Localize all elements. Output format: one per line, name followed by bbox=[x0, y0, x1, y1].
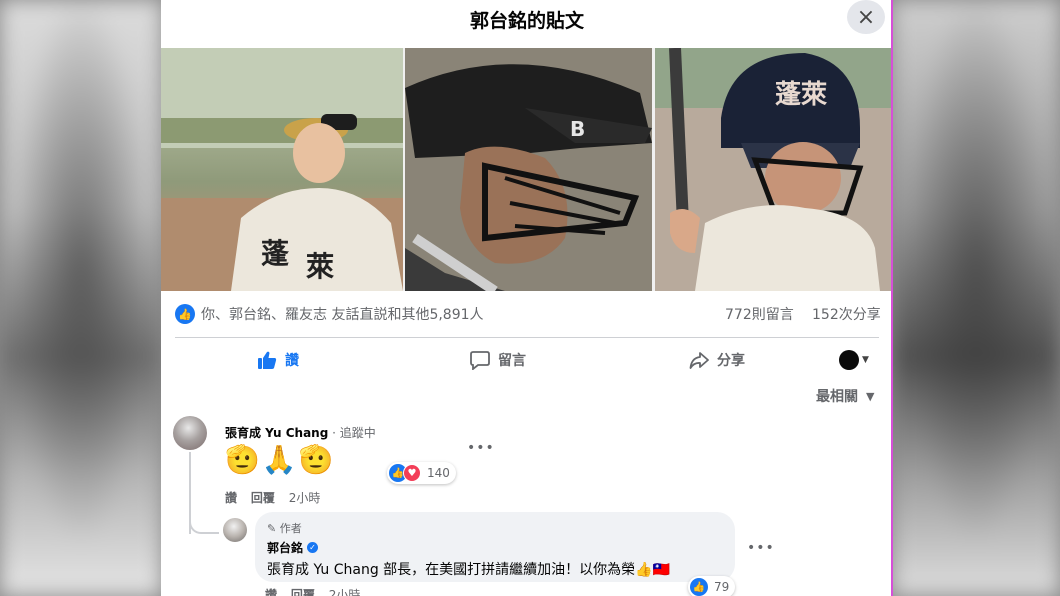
reply-reaction-count: 79 bbox=[714, 580, 730, 594]
post-modal: 郭台銘的貼文 × 蓬 萊 B 蓬萊 👍 你、郭台銘、羅友志 友話直説和其他5,8… bbox=[161, 0, 893, 596]
comments-count[interactable]: 772則留言 bbox=[725, 304, 794, 324]
modal-header: 郭台銘的貼文 × bbox=[161, 0, 891, 48]
close-icon: × bbox=[856, 4, 876, 30]
comment-button-label: 留言 bbox=[498, 353, 526, 369]
reactors-text[interactable]: 你、郭台銘、羅友志 友話直説和其他5,891人 bbox=[201, 304, 484, 324]
background-right-blur bbox=[892, 0, 1060, 596]
post-photo-2[interactable]: B bbox=[405, 48, 652, 291]
comment-icon bbox=[470, 351, 490, 370]
like-reaction-icon: 👍 bbox=[175, 304, 195, 324]
commenter-avatar[interactable] bbox=[173, 416, 207, 450]
comment-button[interactable]: 留言 bbox=[470, 346, 526, 374]
photo-collage: 蓬 萊 B 蓬萊 bbox=[161, 48, 891, 291]
verified-badge-icon: ✓ bbox=[307, 542, 319, 553]
post-as-selector[interactable]: ▼ bbox=[839, 350, 869, 370]
svg-text:蓬: 蓬 bbox=[261, 237, 290, 270]
reply-text: 張育成 Yu Chang 部長，在美國打拼請繼續加油！以你為榮👍🇹🇼 bbox=[267, 562, 671, 578]
caret-down-icon: ▼ bbox=[862, 355, 869, 365]
comment-reply-link[interactable]: 回覆 bbox=[251, 491, 275, 505]
reply-actions: 讚 回覆 2小時 bbox=[265, 586, 370, 596]
svg-text:B: B bbox=[570, 117, 585, 141]
author-badge: ✎ 作者 bbox=[267, 522, 302, 535]
reply-avatar[interactable] bbox=[223, 518, 247, 542]
reply-name-line: 郭台銘 ✓ bbox=[267, 539, 319, 556]
comment-emoji-content: 🫡🙏🫡 bbox=[225, 443, 336, 476]
reply-bubble: ✎ 作者 郭台銘 ✓ 張育成 Yu Chang 部長，在美國打拼請繼續加油！以你… bbox=[255, 512, 735, 582]
comment-reactions[interactable]: 👍 ♥ 140 bbox=[387, 462, 456, 484]
follow-status: · 追蹤中 bbox=[328, 426, 376, 440]
reply-like-link[interactable]: 讚 bbox=[265, 588, 277, 596]
svg-text:萊: 萊 bbox=[306, 250, 334, 283]
close-button[interactable]: × bbox=[847, 0, 885, 34]
reply-more-options-icon[interactable]: ••• bbox=[747, 540, 775, 556]
reply-reactions[interactable]: 👍 79 bbox=[688, 576, 736, 596]
post-photo-1[interactable]: 蓬 萊 bbox=[161, 48, 403, 291]
reply-thread-connector bbox=[189, 512, 219, 534]
comment-actions: 讚 回覆 2小時 bbox=[225, 489, 330, 506]
caret-down-icon: ▼ bbox=[866, 389, 875, 403]
like-button-label: 讚 bbox=[285, 353, 299, 369]
like-button[interactable]: 讚 bbox=[257, 346, 299, 374]
thumbs-up-icon bbox=[258, 351, 277, 369]
reply-timestamp[interactable]: 2小時 bbox=[329, 588, 361, 596]
background-left-blur bbox=[0, 0, 162, 596]
reply-commenter-name[interactable]: 郭台銘 bbox=[267, 539, 303, 556]
love-reaction-icon: ♥ bbox=[403, 464, 421, 482]
share-icon bbox=[689, 352, 709, 369]
reply-reply-link[interactable]: 回覆 bbox=[291, 588, 315, 596]
divider bbox=[175, 337, 879, 338]
comment-like-link[interactable]: 讚 bbox=[225, 491, 237, 505]
commenter-name[interactable]: 張育成 Yu Chang bbox=[225, 426, 328, 440]
shares-count[interactable]: 152次分享 bbox=[812, 304, 881, 324]
commenter-name-line: 張育成 Yu Chang · 追蹤中 bbox=[225, 424, 376, 441]
comment-more-options-icon[interactable]: ••• bbox=[467, 440, 495, 456]
share-button-label: 分享 bbox=[717, 353, 745, 369]
modal-title: 郭台銘的貼文 bbox=[469, 10, 584, 32]
comment-sort-dropdown[interactable]: 最相關 ▼ bbox=[816, 386, 874, 406]
reaction-count: 140 bbox=[427, 466, 450, 480]
comment-timestamp[interactable]: 2小時 bbox=[289, 491, 321, 505]
reactions-summary: 👍 你、郭台銘、羅友志 友話直説和其他5,891人 772則留言 152次分享 bbox=[175, 302, 885, 326]
sort-label: 最相關 bbox=[816, 389, 858, 405]
like-reaction-icon: 👍 bbox=[690, 578, 708, 596]
post-photo-3[interactable]: 蓬萊 bbox=[655, 48, 891, 291]
share-button[interactable]: 分享 bbox=[689, 346, 745, 374]
avatar bbox=[839, 350, 859, 370]
svg-text:蓬萊: 蓬萊 bbox=[775, 80, 828, 110]
